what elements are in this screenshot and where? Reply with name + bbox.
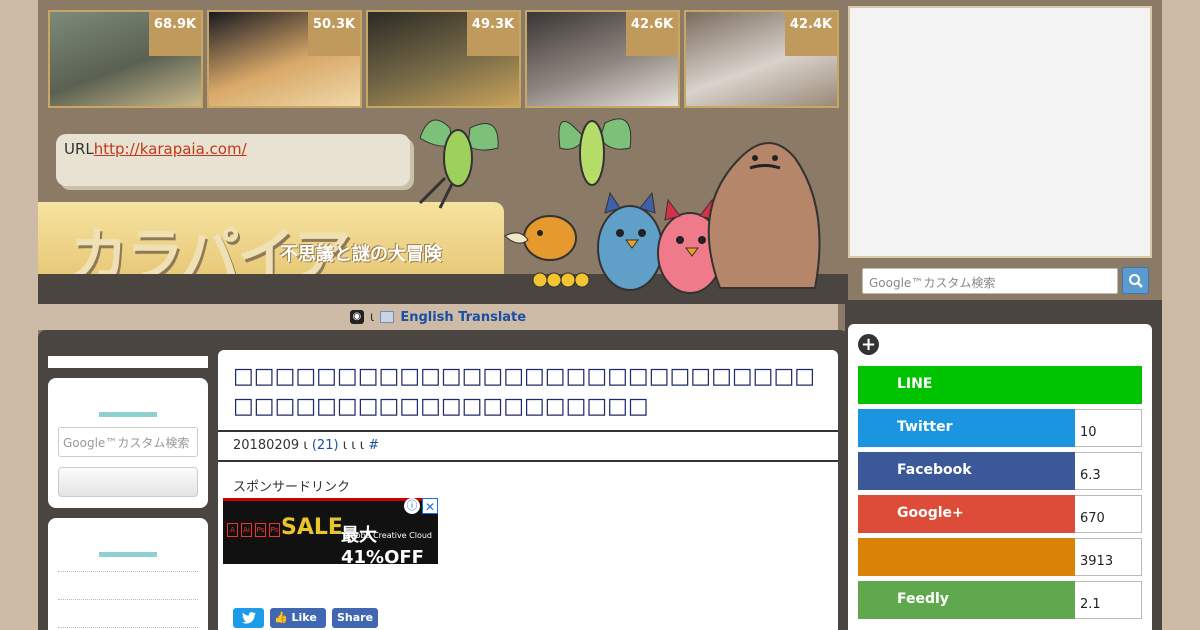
- share-button-label[interactable]: LINE: [858, 366, 1142, 404]
- share-button-label[interactable]: Twitter: [858, 409, 1075, 447]
- article-title[interactable]: □□□□□□□□□□□□□□□□□□□□□□□□□□□□□□□□□□□□□□□□…: [218, 350, 838, 432]
- translate-separator: ι: [369, 309, 375, 325]
- uk-flag-icon: [380, 311, 395, 323]
- globe-icon: ◉: [349, 310, 364, 324]
- ad-close-icon[interactable]: ✕: [422, 498, 438, 514]
- ad-sale-text: SALE: [281, 515, 343, 540]
- share-button-row[interactable]: 3913: [858, 538, 1142, 576]
- orange-bird-icon: [504, 215, 577, 261]
- share-count: 3913: [1075, 538, 1142, 576]
- share-button-row[interactable]: Twitter 10: [858, 409, 1142, 447]
- popular-thumbnails: 68.9K 50.3K 49.3K 42.6K 42.4K: [48, 10, 840, 108]
- mascot-illustration: [418, 118, 821, 294]
- fairy-creature-icon: [558, 118, 632, 186]
- view-count-badge: 50.3K: [308, 12, 360, 56]
- share-count: 10: [1075, 409, 1142, 447]
- search-button[interactable]: [1122, 267, 1149, 294]
- twitter-bird-icon: [241, 612, 256, 624]
- sidebar-ad-slot[interactable]: [848, 6, 1152, 258]
- share-button-row[interactable]: LINE: [858, 366, 1142, 404]
- thumbnail-item[interactable]: 49.3K: [366, 10, 521, 108]
- english-translate-link[interactable]: English Translate: [400, 310, 526, 325]
- thumbnail-item[interactable]: 42.6K: [525, 10, 680, 108]
- fairy-creature-icon: [418, 119, 499, 209]
- thumbnail-item[interactable]: 42.4K: [684, 10, 839, 108]
- article-date: 20180209: [233, 438, 300, 453]
- plus-icon[interactable]: +: [858, 334, 879, 355]
- thumbnail-item[interactable]: 50.3K: [207, 10, 362, 108]
- share-button-row[interactable]: Feedly 2.1: [858, 581, 1142, 619]
- view-count-badge: 42.4K: [785, 12, 837, 56]
- adobe-app-icon: Ai: [241, 523, 252, 537]
- adobe-app-icon: Ps: [255, 523, 266, 537]
- thumbnail-item[interactable]: 68.9K: [48, 10, 203, 108]
- left-search-button[interactable]: [58, 467, 198, 497]
- url-link[interactable]: http://karapaia.com/: [94, 140, 247, 158]
- url-box: URLhttp://karapaia.com/: [56, 134, 410, 186]
- share-button-row[interactable]: Facebook 6.3: [858, 452, 1142, 490]
- list-item[interactable]: [58, 599, 198, 613]
- article-meta: 20180209 ι (21) ι ι ι #: [218, 432, 838, 462]
- blue-bird-icon: [597, 191, 663, 291]
- share-button-label[interactable]: Feedly: [858, 581, 1075, 619]
- translate-bar: ◉ ι English Translate: [38, 304, 838, 330]
- ad-brand-text: Adobe Creative Cloud: [345, 531, 432, 540]
- hash-link[interactable]: #: [368, 438, 379, 453]
- ad-info-icon[interactable]: ⓘ: [404, 498, 420, 514]
- adobe-app-icon: Ps: [269, 523, 280, 537]
- google-search-input[interactable]: Google™カスタム検索: [862, 268, 1118, 294]
- left-sidebar-top-bar: [48, 356, 208, 368]
- view-count-badge: 49.3K: [467, 12, 519, 56]
- like-label: Like: [291, 611, 317, 624]
- share-count: 670: [1075, 495, 1142, 533]
- share-count: 2.1: [1075, 581, 1142, 619]
- comment-count-link[interactable]: (21): [312, 438, 339, 453]
- brown-blob-creature-icon: [707, 142, 821, 289]
- adobe-app-icons: A Ai Ps Ps: [227, 523, 280, 537]
- facebook-like-button[interactable]: 👍 Like: [270, 608, 326, 628]
- view-count-badge: 68.9K: [149, 12, 201, 56]
- ad-percent-text: 最大41%OFF: [341, 525, 424, 568]
- meta-separators: ι ι ι: [342, 438, 365, 453]
- facebook-share-button[interactable]: Share: [332, 608, 378, 628]
- left-search-input[interactable]: Google™カスタム検索: [58, 427, 198, 457]
- list-item[interactable]: [58, 571, 198, 585]
- article: □□□□□□□□□□□□□□□□□□□□□□□□□□□□□□□□□□□□□□□□…: [218, 350, 838, 630]
- magnifier-icon: [1128, 274, 1143, 288]
- left-search-widget: Google™カスタム検索: [48, 378, 208, 508]
- share-panel: + LINE Twitter 10 Facebook 6.3 Google+ 670 3913…: [848, 324, 1152, 630]
- share-button-row[interactable]: Google+ 670: [858, 495, 1142, 533]
- widget-title-line: [99, 552, 157, 557]
- chicks-icon: [532, 272, 590, 288]
- article-share-row: 👍 Like Share: [233, 608, 378, 628]
- view-count-badge: 42.6K: [626, 12, 678, 56]
- share-button-label[interactable]: Google+: [858, 495, 1075, 533]
- left-list-widget: [48, 518, 208, 630]
- adobe-app-icon: A: [227, 523, 238, 537]
- adobe-ad-banner[interactable]: A Ai Ps Ps SALE 最大41%OFF Adobe Creative Clo…: [223, 498, 438, 568]
- sponsored-label: スポンサードリンク: [233, 480, 351, 495]
- url-label: URL: [64, 140, 94, 158]
- share-count: 6.3: [1075, 452, 1142, 490]
- meta-separator: ι: [303, 438, 308, 453]
- tweet-button[interactable]: [233, 608, 264, 628]
- widget-title-line: [99, 412, 157, 417]
- share-button-label[interactable]: Facebook: [858, 452, 1075, 490]
- share-button-label[interactable]: [858, 538, 1075, 576]
